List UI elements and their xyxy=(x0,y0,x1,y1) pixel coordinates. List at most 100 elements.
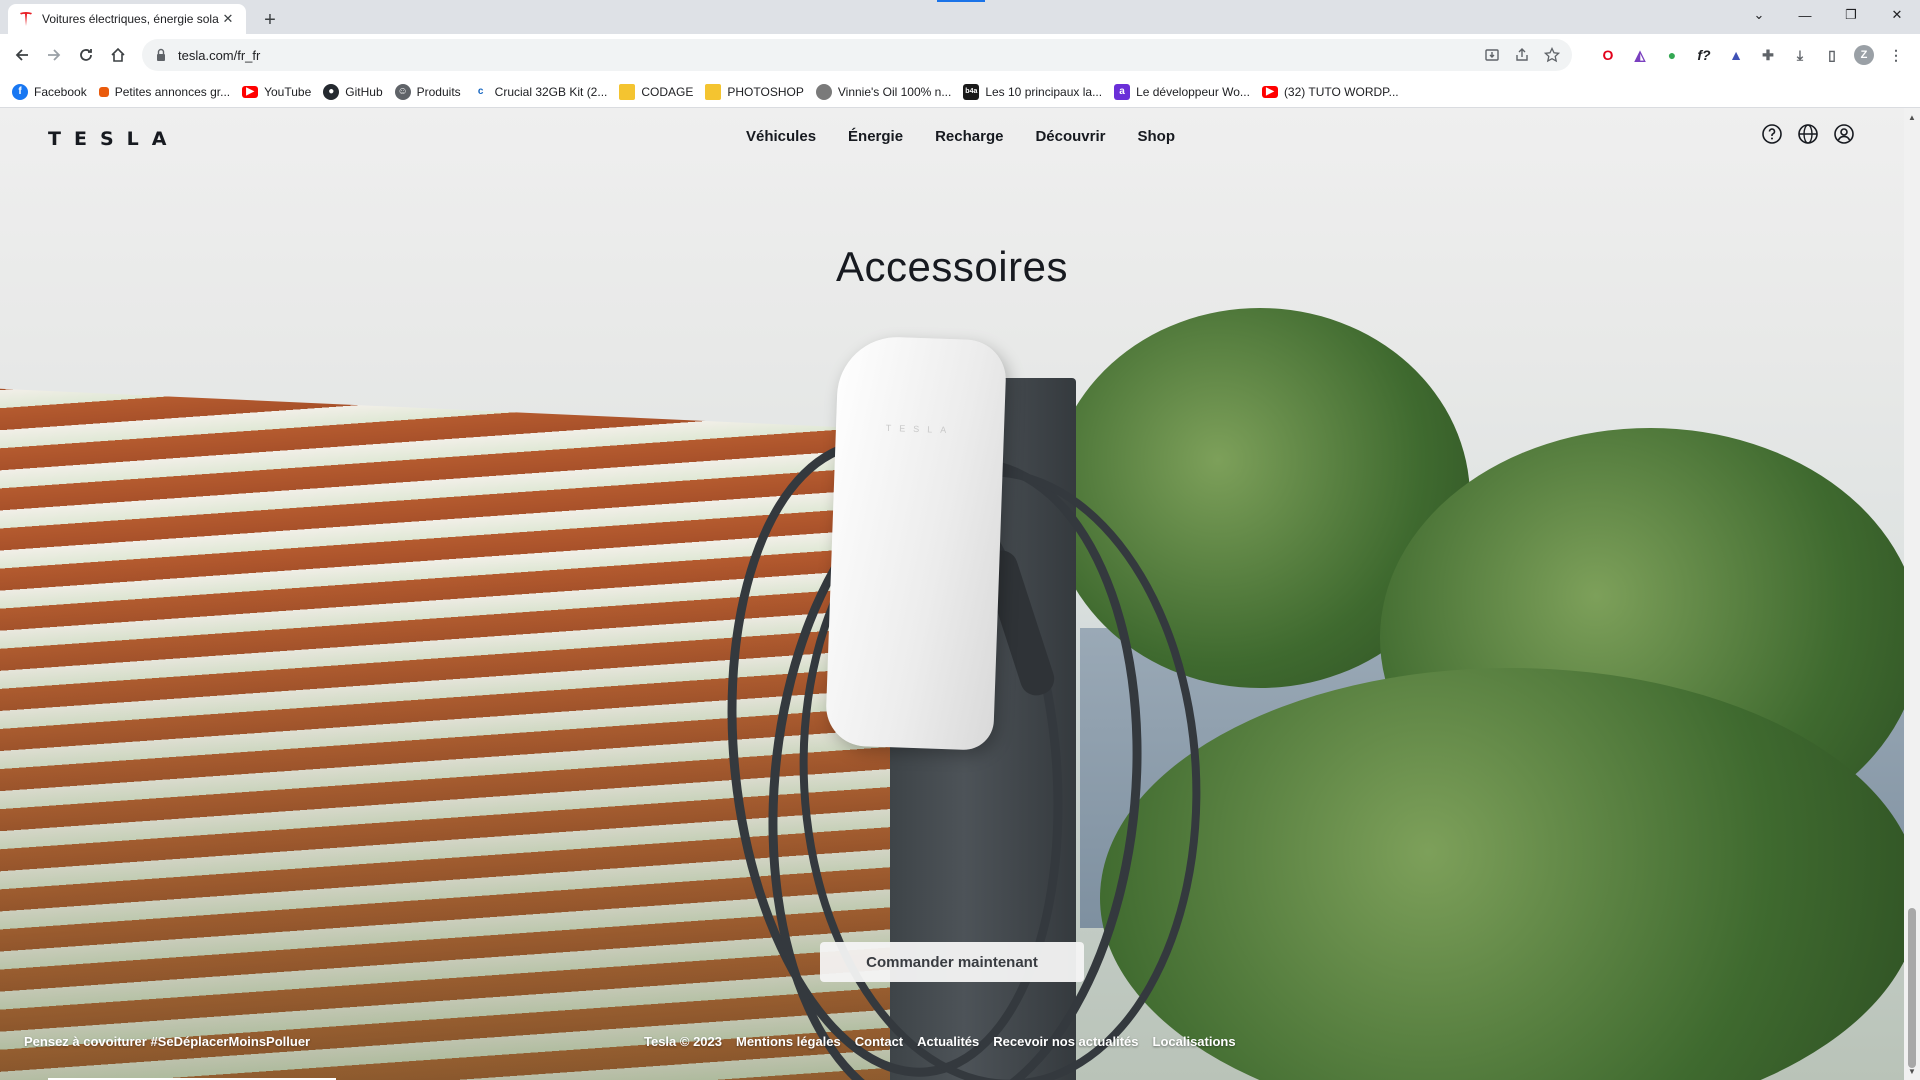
opera-extension-icon[interactable]: O xyxy=(1596,43,1620,67)
bookmark-label: Petites annonces gr... xyxy=(114,84,231,99)
tesla-favicon-icon xyxy=(18,11,34,27)
globe-icon[interactable] xyxy=(1796,122,1820,146)
site-header: TESLA Véhicules Énergie Recharge Découvr… xyxy=(0,108,1904,164)
arrow-left-icon xyxy=(15,49,28,61)
folder-icon xyxy=(705,83,722,100)
tab-search-icon[interactable]: ⌄ xyxy=(1736,0,1782,30)
restore-button[interactable]: ❐ xyxy=(1828,0,1874,30)
menu-kebab-icon[interactable]: ⋮ xyxy=(1884,43,1908,67)
vinnies-icon xyxy=(815,83,832,100)
tesla-logo[interactable]: TESLA xyxy=(48,128,179,150)
page-viewport: TESLA TESLA Véhicules Énergie Recharge D… xyxy=(0,108,1904,1080)
account-icon[interactable] xyxy=(1832,122,1856,146)
bookmark-label: Crucial 32GB Kit (2... xyxy=(494,84,608,99)
help-icon[interactable] xyxy=(1760,122,1784,146)
order-now-button[interactable]: Commander maintenant xyxy=(820,942,1084,982)
analytics-extension-icon[interactable]: ◭ xyxy=(1628,43,1652,67)
footer-links: Tesla © 2023 Mentions légales Contact Ac… xyxy=(644,1034,1236,1049)
bookmark-label: PHOTOSHOP xyxy=(727,84,804,99)
minimize-button[interactable]: — xyxy=(1782,0,1828,30)
profile-avatar[interactable]: Z xyxy=(1852,43,1876,67)
share-icon[interactable] xyxy=(1514,47,1530,63)
new-tab-button[interactable]: + xyxy=(256,6,284,34)
bookmark-item[interactable]: ● GitHub xyxy=(323,83,383,100)
bookmarks-bar: f Facebook Petites annonces gr... ▶ YouTub… xyxy=(0,76,1920,108)
bookmark-item[interactable]: c Crucial 32GB Kit (2... xyxy=(473,84,608,100)
bookmark-item[interactable]: ▶ YouTube xyxy=(242,85,311,99)
bookmark-label: CODAGE xyxy=(641,84,694,99)
b4a-icon: b4a xyxy=(963,83,980,100)
download-icon[interactable]: ⤓ xyxy=(1788,43,1812,67)
footer-copyright: Tesla © 2023 xyxy=(644,1034,722,1049)
footer-link-mentions[interactable]: Mentions légales xyxy=(736,1034,841,1049)
page-title: Accessoires xyxy=(836,243,1068,290)
nav-decouvrir[interactable]: Découvrir xyxy=(1019,124,1121,149)
forward-button[interactable] xyxy=(40,41,68,69)
bookmark-label: GitHub xyxy=(345,84,383,99)
bookmark-item[interactable]: f Facebook xyxy=(12,83,87,100)
bookmark-label: Produits xyxy=(416,84,461,99)
nav-recharge[interactable]: Recharge xyxy=(919,124,1019,149)
bookmark-item[interactable]: ▶ (32) TUTO WORDP... xyxy=(1261,84,1399,99)
puzzle-extensions-icon[interactable]: ✚ xyxy=(1756,43,1780,67)
leboncoin-icon xyxy=(98,86,109,97)
bookmark-item[interactable]: b4a Les 10 principaux la... xyxy=(963,83,1103,100)
charger-brand-text: TESLA xyxy=(885,422,955,436)
back-button[interactable] xyxy=(8,41,36,69)
bookmark-item[interactable]: a Le développeur Wo... xyxy=(1114,83,1250,100)
home-button[interactable] xyxy=(104,41,132,69)
tab-loading-indicator xyxy=(937,0,985,2)
home-icon xyxy=(111,47,125,62)
bookmark-item[interactable]: ☺ Produits xyxy=(394,83,461,100)
close-window-button[interactable]: ✕ xyxy=(1874,0,1920,30)
wall-connector: TESLA xyxy=(824,335,1008,751)
install-app-icon[interactable] xyxy=(1484,47,1500,63)
tab-strip: Voitures électriques, énergie sola ✕ + ⌄… xyxy=(0,0,1920,34)
carpool-notice: Pensez à covoiturer #SeDéplacerMoinsPoll… xyxy=(24,1034,311,1049)
bookmark-label: Facebook xyxy=(34,84,87,99)
lock-icon xyxy=(157,48,165,61)
page-scrollbar[interactable]: ▲ ▼ xyxy=(1904,108,1920,1080)
nav-vehicules[interactable]: Véhicules xyxy=(730,124,832,149)
reload-icon xyxy=(80,49,92,61)
graduation-extension-icon[interactable]: ▲ xyxy=(1724,43,1748,67)
bookmark-label: Le développeur Wo... xyxy=(1136,84,1250,99)
footer-link-contact[interactable]: Contact xyxy=(855,1034,903,1049)
bookmark-folder[interactable]: CODAGE xyxy=(619,83,694,100)
address-bar[interactable]: tesla.com/fr_fr xyxy=(142,39,1572,71)
colorpicker-extension-icon[interactable]: ● xyxy=(1660,43,1684,67)
reload-button[interactable] xyxy=(72,41,100,69)
scroll-up-icon[interactable]: ▲ xyxy=(1904,110,1920,124)
youtube-icon: ▶ xyxy=(242,85,259,98)
tab-title: Voitures électriques, énergie sola xyxy=(42,12,219,26)
scroll-down-icon[interactable]: ▼ xyxy=(1904,1064,1920,1078)
footer-link-localisations[interactable]: Localisations xyxy=(1153,1034,1236,1049)
browser-toolbar: tesla.com/fr_fr O ◭ ● f? ▲ ✚ ⤓ ▯ Z ⋮ xyxy=(0,34,1920,76)
bookmark-item[interactable]: Petites annonces gr... xyxy=(98,84,231,99)
main-nav: Véhicules Énergie Recharge Découvrir Sho… xyxy=(730,124,1191,149)
folder-icon xyxy=(619,83,636,100)
whatfont-extension-icon[interactable]: f? xyxy=(1692,43,1716,67)
bookmark-label: Les 10 principaux la... xyxy=(985,84,1103,99)
crucial-icon: c xyxy=(477,86,484,97)
dev-icon: a xyxy=(1114,83,1131,100)
youtube-icon: ▶ xyxy=(1261,85,1278,98)
nav-energie[interactable]: Énergie xyxy=(832,124,919,149)
tab-close-icon[interactable]: ✕ xyxy=(220,11,236,27)
footer-link-actualites[interactable]: Actualités xyxy=(917,1034,979,1049)
url-text: tesla.com/fr_fr xyxy=(178,47,261,63)
footer-link-newsletter[interactable]: Recevoir nos actualités xyxy=(993,1034,1138,1049)
bookmark-item[interactable]: Vinnie's Oil 100% n... xyxy=(815,83,952,100)
bookmark-label: (32) TUTO WORDP... xyxy=(1283,84,1399,99)
bookmark-folder[interactable]: PHOTOSHOP xyxy=(705,83,804,100)
side-panel-icon[interactable]: ▯ xyxy=(1820,43,1844,67)
browser-tab[interactable]: Voitures électriques, énergie sola ✕ xyxy=(8,4,246,34)
bookmark-label: Vinnie's Oil 100% n... xyxy=(837,84,952,99)
bookmark-label: YouTube xyxy=(264,84,312,99)
produits-icon: ☺ xyxy=(394,83,411,100)
nav-shop[interactable]: Shop xyxy=(1121,124,1191,149)
bookmark-star-icon[interactable] xyxy=(1544,47,1560,63)
facebook-icon: f xyxy=(12,83,28,100)
github-icon: ● xyxy=(323,83,340,100)
scrollbar-thumb[interactable] xyxy=(1908,908,1916,1068)
